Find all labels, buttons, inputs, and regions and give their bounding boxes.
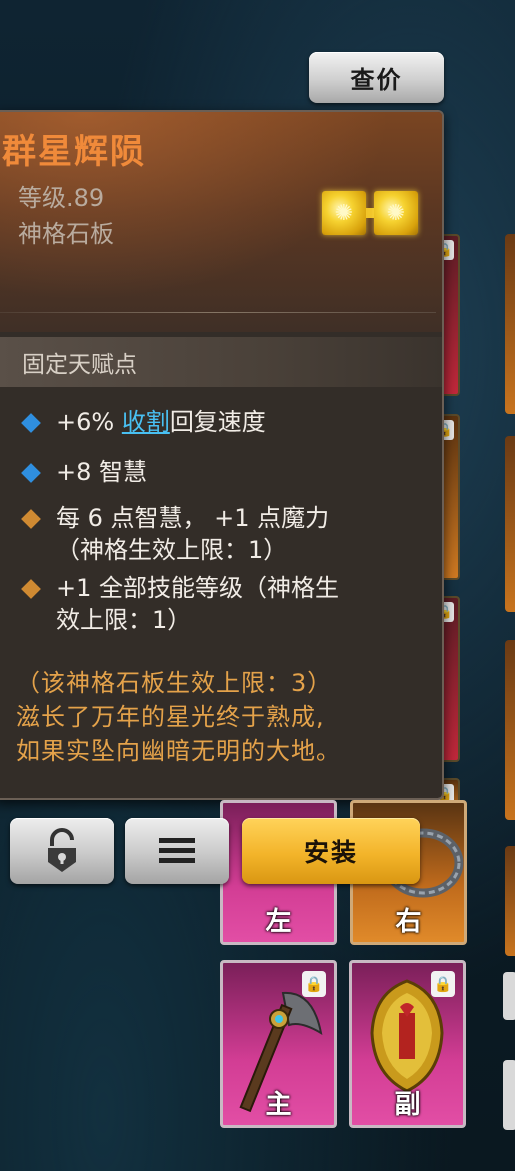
diamond-bullet-icon [21, 509, 41, 529]
affix-line: +1 全部技能等级（神格生 [56, 574, 340, 602]
affix-prefix: +6% [56, 408, 122, 436]
slate-cell-icon: ✺ [322, 191, 366, 235]
lock-icon: 🔒 [302, 971, 326, 997]
diamond-bullet-icon [21, 413, 41, 433]
slot-label: 左 [265, 907, 292, 937]
diamond-bullet-icon [21, 579, 41, 599]
far-right-edge-button[interactable] [503, 1060, 515, 1130]
affix-text: +8 智慧 [56, 458, 148, 486]
lock-icon: 🔒 [431, 971, 455, 997]
far-right-slot[interactable] [505, 846, 515, 956]
slate-cell-icon: ✺ [374, 191, 418, 235]
item-name: 群星辉陨 [2, 132, 146, 172]
lock-toggle-button[interactable] [10, 818, 114, 884]
affix-text: +6% 收割回复速度 [56, 406, 266, 438]
slate-link [366, 208, 374, 218]
affix-suffix: 回复速度 [169, 408, 266, 436]
skill-link[interactable]: 收割 [122, 408, 170, 436]
price-check-button[interactable]: 查价 [309, 52, 444, 103]
description-line: 如果实坠向幽暗无明的大地。 [16, 737, 341, 765]
affix-line: （神格生效上限：1） [56, 536, 288, 564]
description-line: （该神格石板生效上限：3） [16, 669, 333, 697]
divider [0, 312, 436, 313]
menu-button[interactable] [125, 818, 229, 884]
affix-4: +1 全部技能等级（神格生 效上限：1） [21, 572, 339, 636]
item-level: 等级.89 [18, 184, 105, 212]
far-right-slot[interactable] [505, 234, 515, 414]
affix-text: +1 全部技能等级（神格生 效上限：1） [56, 572, 339, 636]
section-title: 固定天赋点 [0, 337, 442, 387]
item-tooltip-panel: 群星辉陨 等级.89 神格石板 ✺ ✺ 固定天赋点 +6% 收割回复速度 +8 … [0, 110, 444, 800]
equip-slot-main[interactable]: 🔒 主 [220, 960, 337, 1128]
menu-lines-icon [159, 838, 195, 863]
equip-slot-off[interactable]: 🔒 副 [349, 960, 466, 1128]
divine-slate-icon: ✺ ✺ [322, 190, 418, 236]
affix-text: 每 6 点智慧， +1 点魔力 （神格生效上限：1） [56, 502, 329, 566]
padlock-open-icon [48, 828, 76, 872]
affix-line: 效上限：1） [56, 606, 192, 634]
slot-label: 右 [395, 907, 422, 937]
affix-1: +6% 收割回复速度 [21, 406, 266, 438]
far-right-edge-button[interactable] [503, 972, 515, 1020]
description-line: 滋长了万年的星光终于熟成, [16, 703, 325, 731]
affix-3: 每 6 点智慧， +1 点魔力 （神格生效上限：1） [21, 502, 329, 566]
item-type: 神格石板 [18, 220, 114, 248]
affix-2: +8 智慧 [21, 456, 148, 488]
far-right-slot[interactable] [505, 436, 515, 612]
item-description: （该神格石板生效上限：3） 滋长了万年的星光终于熟成, 如果实坠向幽暗无明的大地… [16, 666, 341, 768]
slot-label: 主 [265, 1090, 292, 1120]
slot-label: 副 [394, 1090, 421, 1120]
install-button[interactable]: 安装 [242, 818, 420, 884]
far-right-slot[interactable] [505, 640, 515, 820]
diamond-bullet-icon [21, 463, 41, 483]
affix-line: 每 6 点智慧， +1 点魔力 [56, 504, 330, 532]
